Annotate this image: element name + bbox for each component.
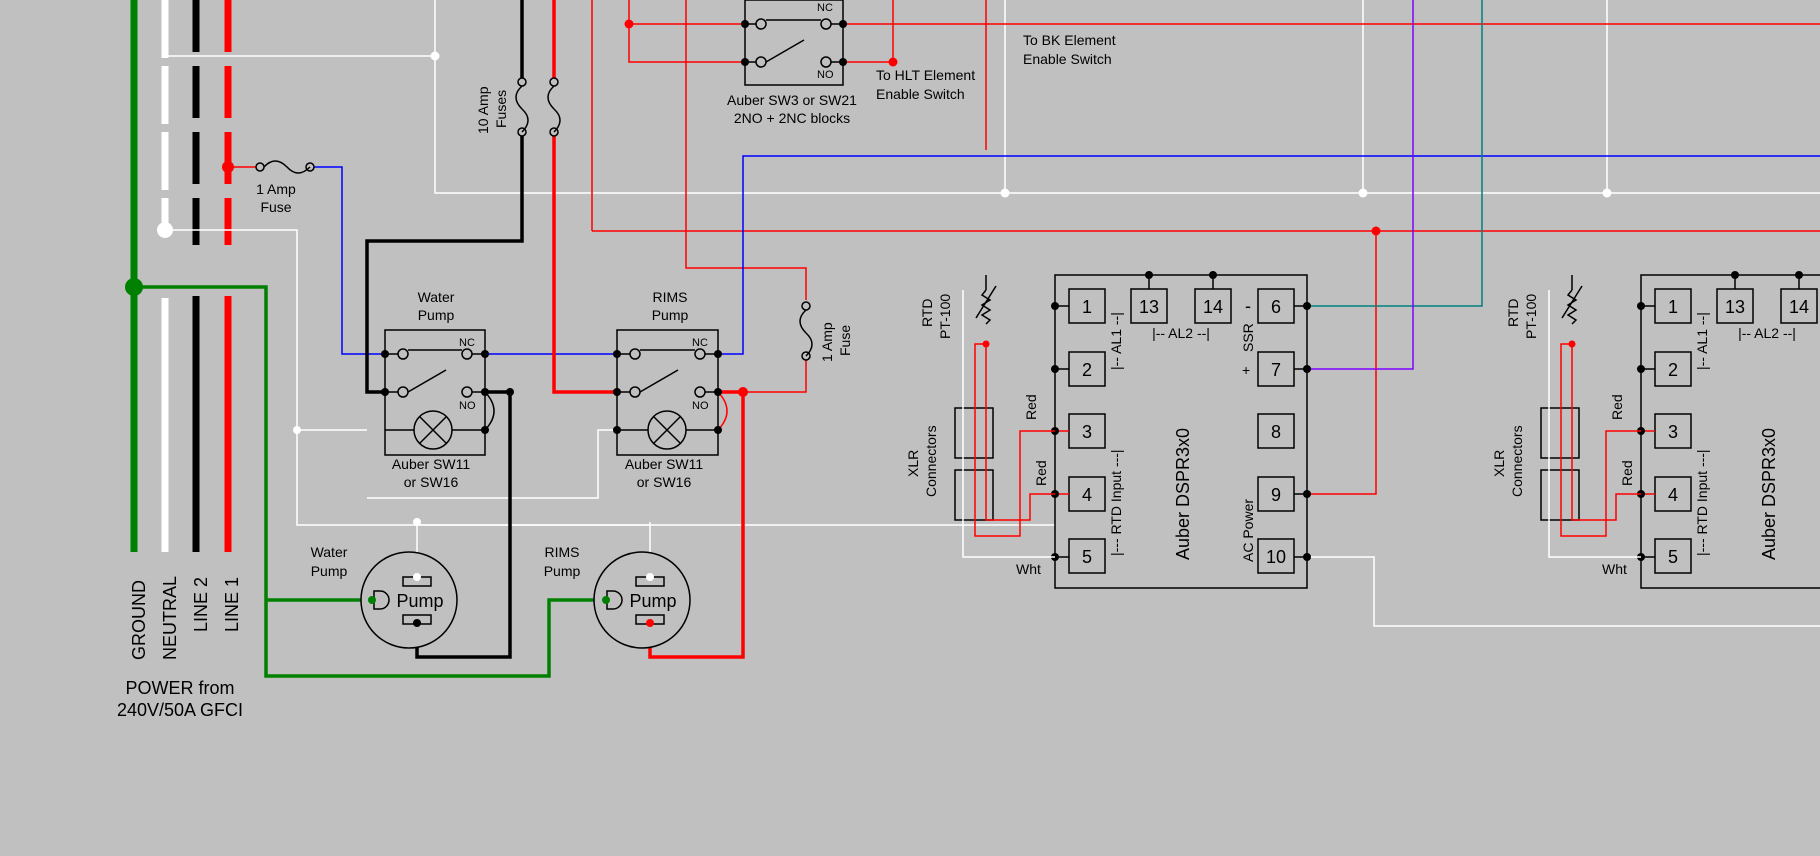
top-switch-nc: NC (817, 2, 833, 14)
water-pump-caption-2: Pump (311, 563, 348, 579)
line1-label: LINE 1 (222, 577, 242, 632)
top-switch-no: NO (817, 69, 834, 81)
rims-switch-model-2: or SW16 (637, 474, 692, 490)
fuse-1amp-label-1: 1 Amp (256, 181, 296, 197)
xlr1-label-2: Connectors (923, 425, 939, 497)
ctrl2-terminal-5: 5 (1668, 547, 1678, 567)
fuse-1amp-control (799, 300, 813, 361)
rtd1-red-1: Red (1023, 394, 1039, 420)
rtd2-red-2: Red (1619, 460, 1635, 486)
ctrl2-terminal-4: 4 (1668, 485, 1678, 505)
water-switch-title-2: Pump (418, 307, 455, 323)
xlr2-label-1: XLR (1491, 450, 1507, 477)
ctrl1-terminal-1: 1 (1082, 297, 1092, 317)
water-pump: Pump (360, 551, 458, 649)
fuse-1amp-line (255, 160, 315, 174)
bk-enable-label-2: Enable Switch (1023, 51, 1112, 67)
rims-switch-no: NO (692, 400, 709, 412)
controller-2: 1 2 3 4 5 13 14 |-- AL1 --| |-- AL2 --| … (1637, 271, 1820, 589)
fuse-1amp-label-2: Fuse (260, 199, 291, 215)
rtd1-label-1: RTD (919, 298, 935, 327)
ctrl2-terminal-14: 14 (1789, 297, 1809, 317)
ctrl1-al1: |-- AL1 --| (1108, 312, 1124, 370)
ctrl1-terminal-7: 7 (1271, 360, 1281, 380)
rims-switch-model-1: Auber SW11 (625, 456, 704, 472)
line2-label: LINE 2 (191, 577, 211, 632)
neutral-label: NEUTRAL (160, 576, 180, 660)
ctrl2-al1: |-- AL1 --| (1694, 312, 1710, 370)
rims-pump: Pump (593, 551, 691, 649)
rims-switch-title-1: RIMS (653, 289, 688, 305)
ctrl1-terminal-3: 3 (1082, 422, 1092, 442)
xlr1-label-1: XLR (905, 450, 921, 477)
rims-pump-label: Pump (629, 591, 676, 611)
ctrl1-al2: |-- AL2 --| (1152, 325, 1210, 341)
hlt-enable-label-2: Enable Switch (876, 86, 965, 102)
ctrl2-rtd-input: |--- RTD Input ---| (1694, 449, 1710, 556)
ctrl1-terminal-4: 4 (1082, 485, 1092, 505)
water-pump-label: Pump (396, 591, 443, 611)
ctrl1-ssr: SSR (1240, 323, 1256, 352)
power-buses (125, 0, 234, 552)
ctrl2-terminal-1: 1 (1668, 297, 1678, 317)
ctrl1-ac-power: AC Power (1240, 499, 1256, 562)
rtd1-red-2: Red (1033, 460, 1049, 486)
ctrl1-terminal-14: 14 (1203, 297, 1223, 317)
ctrl1-ssr-plus: + (1242, 362, 1250, 378)
rims-switch-title-2: Pump (652, 307, 689, 323)
top-switch-model-2: 2NO + 2NC blocks (734, 110, 850, 126)
water-switch-nc: NC (459, 337, 475, 349)
power-source-label-1: POWER from (125, 678, 234, 698)
bus-labels: GROUND NEUTRAL LINE 2 LINE 1 POWER from … (117, 576, 243, 720)
ctrl1-rtd-input: |--- RTD Input ---| (1108, 449, 1124, 556)
water-pump-switch: NC NO (381, 329, 495, 456)
water-switch-title-1: Water (418, 289, 455, 305)
ctrl1-terminal-5: 5 (1082, 547, 1092, 567)
fuses-10amp (515, 77, 561, 137)
rtd-sensor-2: RTD PT-100 XLR Connectors Red Red Wht (1491, 275, 1641, 577)
ctrl2-name: Auber DSPR3x0 (1759, 428, 1779, 560)
rtd1-wht: Wht (1016, 561, 1041, 577)
ctrl2-terminal-13: 13 (1725, 297, 1745, 317)
power-source-label-2: 240V/50A GFCI (117, 700, 243, 720)
controller-1: 1 2 3 4 5 13 14 6 7 8 9 10 |-- AL1 --| |… (1051, 271, 1311, 589)
ctrl1-terminal-13: 13 (1139, 297, 1159, 317)
rtd2-label-2: PT-100 (1523, 294, 1539, 339)
rims-pump-caption-2: Pump (544, 563, 581, 579)
ctrl1-terminal-9: 9 (1271, 485, 1281, 505)
ctrl1-ssr-minus: - (1245, 296, 1251, 316)
fuses-10amp-label-1: 10 Amp (475, 86, 491, 134)
ctrl2-al2: |-- AL2 --| (1738, 325, 1796, 341)
rims-switch-nc: NC (692, 337, 708, 349)
ctrl1-terminal-10: 10 (1266, 547, 1286, 567)
ctrl1-terminal-2: 2 (1082, 360, 1092, 380)
wiring-diagram: GROUND NEUTRAL LINE 2 LINE 1 POWER from … (0, 0, 1820, 851)
fuse-1amp-control-label-1: 1 Amp (819, 322, 835, 362)
rtd1-label-2: PT-100 (937, 294, 953, 339)
rtd2-label-1: RTD (1505, 298, 1521, 327)
ctrl1-terminal-6: 6 (1271, 297, 1281, 317)
fuses-10amp-label-2: Fuses (493, 90, 509, 128)
fuse-1amp-control-label-2: Fuse (837, 325, 853, 356)
water-switch-no: NO (459, 400, 476, 412)
ctrl2-terminal-2: 2 (1668, 360, 1678, 380)
line1-thin-nodes (624, 19, 1381, 236)
rtd2-red-1: Red (1609, 394, 1625, 420)
ground-label: GROUND (129, 580, 149, 660)
ctrl1-name: Auber DSPR3x0 (1173, 428, 1193, 560)
water-pump-caption-1: Water (311, 544, 348, 560)
water-switch-model-1: Auber SW11 (392, 456, 471, 472)
hlt-enable-label-1: To HLT Element (876, 67, 975, 83)
wiring-diagram-canvas: GROUND NEUTRAL LINE 2 LINE 1 POWER from … (117, 0, 1820, 720)
water-switch-model-2: or SW16 (404, 474, 459, 490)
rims-pump-switch: NC NO (613, 329, 728, 456)
ctrl2-terminal-3: 3 (1668, 422, 1678, 442)
ctrl1-terminal-8: 8 (1271, 422, 1281, 442)
bk-enable-label-1: To BK Element (1023, 32, 1116, 48)
xlr2-label-2: Connectors (1509, 425, 1525, 497)
rtd2-wht: Wht (1602, 561, 1627, 577)
top-switch-model-1: Auber SW3 or SW21 (727, 92, 857, 108)
rtd-sensor-1: RTD PT-100 XLR Connectors Red Red Wht (905, 275, 1055, 577)
rims-pump-caption-1: RIMS (545, 544, 580, 560)
